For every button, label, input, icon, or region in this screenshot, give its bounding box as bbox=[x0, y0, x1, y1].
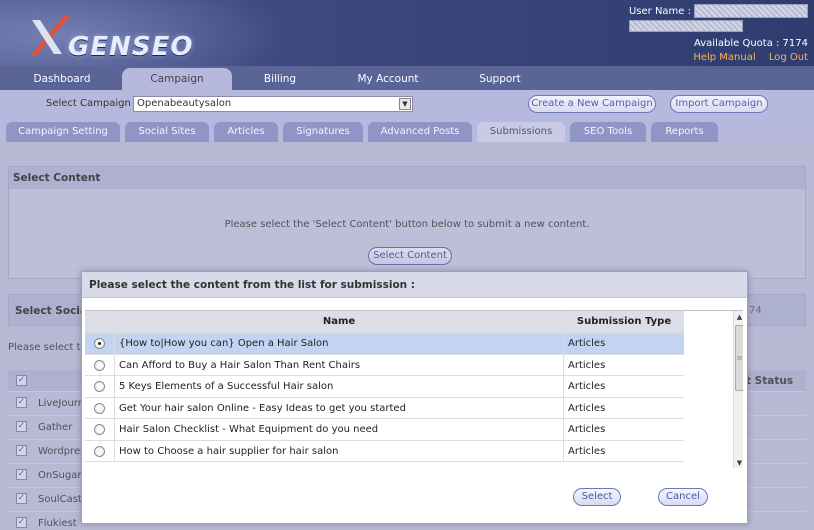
content-list-scrollbar[interactable]: ▲ ≡ ▼ bbox=[733, 311, 743, 468]
content-select-dialog: Please select the content from the list … bbox=[81, 271, 748, 524]
user-id-redacted bbox=[628, 19, 743, 32]
nav-support[interactable]: Support bbox=[458, 66, 542, 90]
tab-reports[interactable]: Reports bbox=[651, 122, 718, 142]
content-row[interactable]: Get Your hair salon Online - Easy Ideas … bbox=[85, 397, 684, 419]
help-manual-link[interactable]: Help Manual bbox=[693, 52, 755, 63]
row-radio[interactable] bbox=[94, 445, 105, 457]
nav-my-account[interactable]: My Account bbox=[340, 66, 436, 90]
content-name: Hair Salon Checklist - What Equipment do… bbox=[115, 419, 564, 440]
content-name: {How to|How you can} Open a Hair Salon bbox=[115, 333, 564, 354]
content-type: Articles bbox=[568, 381, 606, 392]
content-list-header: Name Submission Type bbox=[85, 311, 684, 333]
dropdown-arrow-icon[interactable]: ▼ bbox=[399, 98, 411, 110]
tab-articles[interactable]: Articles bbox=[214, 122, 278, 142]
content-list: Name Submission Type {How to|How you can… bbox=[85, 310, 743, 468]
tab-social-sites[interactable]: Social Sites bbox=[125, 122, 209, 142]
nav-dashboard[interactable]: Dashboard bbox=[18, 66, 106, 90]
content-type: Articles bbox=[568, 402, 606, 414]
main-nav: Dashboard Campaign Billing My Account Su… bbox=[0, 66, 814, 90]
content-name: How to Choose a hair supplier for hair s… bbox=[115, 440, 564, 461]
row-radio[interactable] bbox=[94, 359, 105, 371]
content-name: Can Afford to Buy a Hair Salon Than Rent… bbox=[115, 354, 564, 375]
campaign-select-value: Openabeautysalon bbox=[137, 98, 232, 109]
select-campaign-label: Select Campaign : bbox=[46, 98, 138, 109]
content-type: Articles bbox=[568, 338, 606, 349]
campaign-subtabs: Campaign Setting Social Sites Articles S… bbox=[0, 118, 814, 142]
cancel-button[interactable]: Cancel bbox=[658, 488, 708, 506]
create-campaign-button[interactable]: Create a New Campaign bbox=[528, 95, 656, 113]
import-campaign-button[interactable]: Import Campaign bbox=[670, 95, 768, 113]
row-radio[interactable] bbox=[94, 381, 105, 392]
tab-submissions[interactable]: Submissions bbox=[477, 122, 565, 142]
content-row[interactable]: 5 Keys Elements of a Successful Hair sal… bbox=[85, 376, 684, 398]
content-row[interactable]: Hair Salon Checklist - What Equipment do… bbox=[85, 419, 684, 441]
nav-campaign[interactable]: Campaign bbox=[122, 68, 232, 90]
tab-signatures[interactable]: Signatures bbox=[283, 122, 363, 142]
tab-advanced-posts[interactable]: Advanced Posts bbox=[368, 122, 472, 142]
content-name: 5 Keys Elements of a Successful Hair sal… bbox=[115, 376, 564, 397]
row-radio[interactable] bbox=[94, 402, 105, 414]
content-row[interactable]: How to Choose a hair supplier for hair s… bbox=[85, 440, 684, 462]
logout-link[interactable]: Log Out bbox=[769, 52, 808, 63]
campaign-bar: Select Campaign : Openabeautysalon ▼ Cre… bbox=[0, 90, 814, 118]
nav-billing[interactable]: Billing bbox=[240, 66, 320, 90]
user-name-label: User Name : bbox=[628, 5, 691, 17]
content-type: Articles bbox=[568, 445, 606, 457]
dialog-title: Please select the content from the list … bbox=[82, 272, 747, 298]
content-name: Get Your hair salon Online - Easy Ideas … bbox=[115, 397, 564, 418]
content-row[interactable]: Can Afford to Buy a Hair Salon Than Rent… bbox=[85, 354, 684, 376]
genseo-logo[interactable]: GENSEO bbox=[24, 10, 224, 62]
scroll-down-icon[interactable]: ▼ bbox=[734, 457, 743, 468]
campaign-select[interactable]: Openabeautysalon ▼ bbox=[133, 96, 413, 112]
scroll-up-icon[interactable]: ▲ bbox=[734, 311, 743, 323]
quota-label: Available Quota : 7174 bbox=[694, 38, 808, 49]
content-type: Articles bbox=[568, 424, 606, 435]
scroll-thumb[interactable]: ≡ bbox=[735, 325, 743, 391]
row-radio[interactable] bbox=[94, 338, 105, 349]
name-column-header: Name bbox=[115, 311, 564, 332]
user-name-redacted bbox=[694, 4, 808, 18]
tab-campaign-setting[interactable]: Campaign Setting bbox=[6, 122, 120, 142]
app-header: GENSEO User Name : Available Quota : 717… bbox=[0, 0, 814, 66]
row-radio[interactable] bbox=[94, 424, 105, 435]
select-button[interactable]: Select bbox=[573, 488, 621, 506]
tab-seo-tools[interactable]: SEO Tools bbox=[570, 122, 646, 142]
type-column-header: Submission Type bbox=[576, 316, 672, 327]
content-row[interactable]: {How to|How you can} Open a Hair Salon A… bbox=[85, 333, 684, 355]
logo-text: GENSEO bbox=[68, 32, 194, 62]
content-type: Articles bbox=[568, 359, 606, 371]
user-box: User Name : Available Quota : 7174 Help … bbox=[628, 4, 808, 63]
